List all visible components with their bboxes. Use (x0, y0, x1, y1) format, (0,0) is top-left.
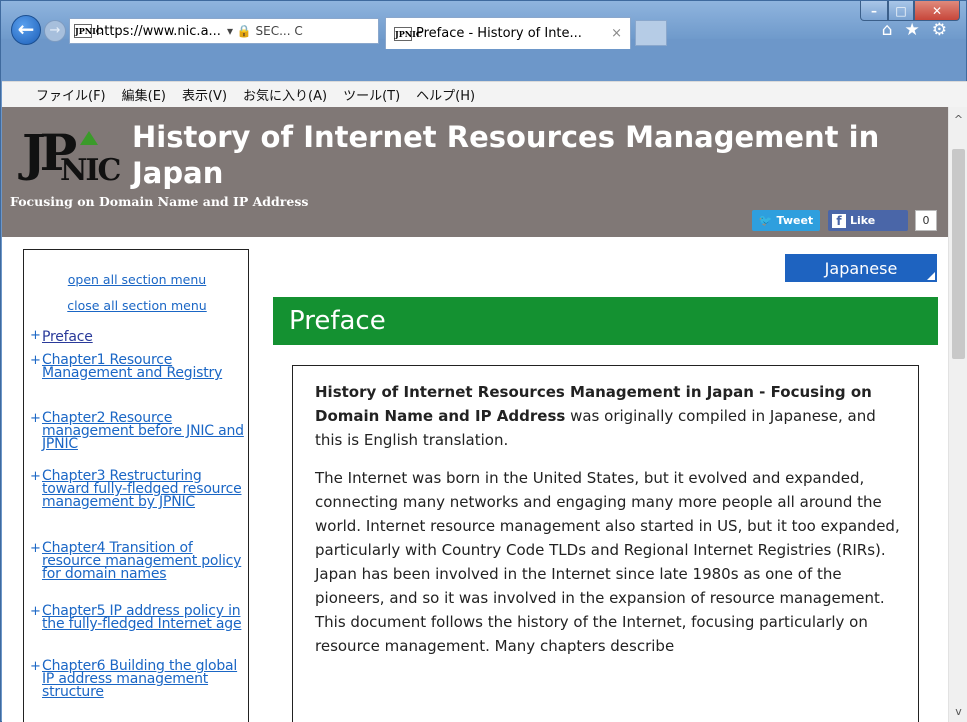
back-button[interactable]: ← (11, 15, 41, 45)
menu-bar: ファイル(F) 編集(E) 表示(V) お気に入り(A) ツール(T) ヘルプ(… (2, 81, 967, 107)
sidebar-item-chapter2[interactable]: + Chapter2 Resource management before JN… (30, 411, 246, 451)
sidebar-item-label[interactable]: Preface (42, 329, 246, 345)
address-bar[interactable]: JPNIC https://www.nic.a... ▾ 🔒 SEC... C (69, 18, 379, 44)
tab-close-icon[interactable]: × (611, 26, 622, 41)
expand-plus-icon[interactable]: + (30, 605, 41, 618)
favorites-star-icon[interactable]: ★ (905, 20, 920, 40)
triangle-icon (80, 131, 98, 145)
body-paragraph: The Internet was born in the United Stat… (315, 469, 900, 655)
jpnic-logo[interactable]: JP NIC (22, 123, 122, 188)
expand-plus-icon[interactable]: + (30, 660, 41, 673)
site-favicon-icon: JPNIC (74, 24, 103, 38)
address-controls[interactable]: ▾ 🔒 SEC... C (227, 24, 303, 38)
expand-plus-icon[interactable]: + (30, 412, 41, 425)
sidebar-item-chapter6[interactable]: + Chapter6 Building the global IP addres… (30, 659, 246, 699)
tab-title: Preface - History of Inte... (416, 26, 582, 41)
like-count-badge: 0 (915, 210, 937, 231)
browser-window: – □ ✕ ← → JPNIC https://www.nic.a... ▾ 🔒… (0, 0, 967, 722)
sidebar-item-label[interactable]: Chapter4 Transition of resource manageme… (42, 541, 246, 581)
corner-arrow-icon (927, 272, 935, 280)
expand-plus-icon[interactable]: + (30, 329, 41, 342)
sidebar-item-label[interactable]: Chapter6 Building the global IP address … (42, 659, 246, 699)
sidebar-item-chapter1[interactable]: + Chapter1 Resource Management and Regis… (30, 353, 246, 380)
sidebar-item-label[interactable]: Chapter3 Restructuring toward fully-fled… (42, 469, 246, 509)
scroll-up-arrow-icon[interactable]: ^ (949, 113, 967, 126)
forward-button[interactable]: → (44, 20, 66, 42)
japanese-language-button[interactable]: Japanese (785, 254, 937, 282)
intro-paragraph: History of Internet Resources Management… (315, 380, 900, 452)
section-menu-sidebar: open all section menu close all section … (23, 249, 249, 722)
site-subtitle: Focusing on Domain Name and IP Address (10, 194, 309, 209)
menu-favorites[interactable]: お気に入り(A) (243, 85, 327, 104)
site-title: History of Internet Resources Management… (132, 120, 880, 190)
expand-plus-icon[interactable]: + (30, 354, 41, 367)
toolbar-icons: ⌂ ★ ⚙ (882, 20, 947, 40)
tweet-label: Tweet (776, 214, 814, 227)
scroll-thumb[interactable] (952, 149, 965, 359)
open-all-section-menu-link[interactable]: open all section menu (24, 272, 250, 287)
sidebar-item-chapter4[interactable]: + Chapter4 Transition of resource manage… (30, 541, 246, 581)
page-viewport: JP NIC History of Internet Resources Man… (2, 107, 948, 722)
menu-tools[interactable]: ツール(T) (343, 85, 400, 104)
new-tab-button[interactable] (635, 20, 667, 46)
menu-view[interactable]: 表示(V) (182, 85, 227, 104)
home-icon[interactable]: ⌂ (882, 20, 893, 40)
sidebar-item-label[interactable]: Chapter2 Resource management before JNIC… (42, 411, 246, 451)
address-url[interactable]: https://www.nic.a... (96, 24, 221, 39)
sidebar-item-chapter5[interactable]: + Chapter5 IP address policy in the full… (30, 604, 246, 631)
preface-text-box: History of Internet Resources Management… (292, 365, 919, 722)
navigation-row: ← → JPNIC https://www.nic.a... ▾ 🔒 SEC..… (9, 10, 959, 49)
sidebar-item-preface[interactable]: + Preface (30, 329, 246, 345)
tab-preface[interactable]: JPNIC Preface - History of Inte... × (385, 17, 631, 49)
language-label: Japanese (824, 258, 898, 278)
site-header: JP NIC History of Internet Resources Man… (2, 107, 948, 237)
expand-plus-icon[interactable]: + (30, 542, 41, 555)
twitter-bird-icon: 🐦 (758, 214, 773, 227)
sidebar-item-label[interactable]: Chapter5 IP address policy in the fully-… (42, 604, 246, 631)
settings-gear-icon[interactable]: ⚙ (932, 20, 947, 40)
like-label: Like (850, 214, 876, 227)
vertical-scrollbar[interactable]: ^ v (948, 107, 967, 722)
sidebar-item-label[interactable]: Chapter1 Resource Management and Registr… (42, 353, 246, 380)
sidebar-item-chapter3[interactable]: + Chapter3 Restructuring toward fully-fl… (30, 469, 246, 509)
facebook-like-button[interactable]: f Like (828, 210, 908, 231)
facebook-icon: f (832, 213, 846, 228)
menu-help[interactable]: ヘルプ(H) (416, 85, 475, 104)
tweet-button[interactable]: 🐦 Tweet (752, 210, 820, 231)
tab-favicon-icon: JPNIC (394, 26, 423, 41)
menu-file[interactable]: ファイル(F) (36, 85, 106, 104)
menu-edit[interactable]: 編集(E) (122, 85, 166, 104)
scroll-down-arrow-icon[interactable]: v (949, 705, 967, 718)
expand-plus-icon[interactable]: + (30, 470, 41, 483)
close-all-section-menu-link[interactable]: close all section menu (24, 298, 250, 313)
section-heading: Preface (273, 297, 938, 345)
